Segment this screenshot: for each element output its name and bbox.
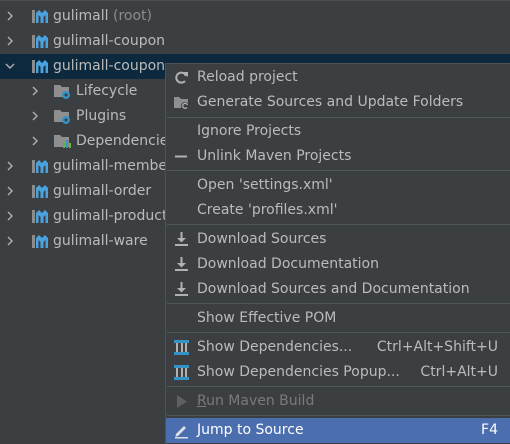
unlink-icon xyxy=(173,148,190,165)
menu-item-label: Ignore Projects xyxy=(197,123,302,139)
menu-separator xyxy=(167,170,510,171)
run-icon xyxy=(173,393,190,410)
tree-row-gulimall-root[interactable]: gulimall (root) xyxy=(0,4,510,29)
generate-sources-icon xyxy=(173,94,190,111)
chevron-right-icon[interactable] xyxy=(5,11,15,21)
menu-item-show-effective-pom[interactable]: Show Effective POM xyxy=(166,306,510,331)
maven-module-icon xyxy=(31,207,49,225)
tree-item-label: gulimall-coupon xyxy=(53,33,166,49)
download-icon xyxy=(173,231,190,248)
menu-separator xyxy=(167,415,510,416)
edit-icon xyxy=(173,422,190,439)
menu-item-open-settings-xml[interactable]: Open 'settings.xml' xyxy=(166,173,510,198)
menu-item-label: Unlink Maven Projects xyxy=(197,148,352,164)
menu-item-label: Run Maven Build xyxy=(197,393,315,409)
menu-item-label: Generate Sources and Update Folders xyxy=(197,94,464,110)
context-menu: Reload project Generate Sources and Upda… xyxy=(165,63,510,444)
chevron-right-icon[interactable] xyxy=(5,186,15,196)
menu-separator xyxy=(167,386,510,387)
shortcut-label: F4 xyxy=(481,422,498,438)
menu-item-label: Jump to Source xyxy=(197,422,304,438)
menu-item-label: Open 'settings.xml' xyxy=(197,177,333,193)
maven-module-icon xyxy=(31,7,49,25)
menu-separator xyxy=(167,117,510,118)
menu-item-label: Reload project xyxy=(197,69,298,85)
root-suffix: (root) xyxy=(113,8,152,24)
maven-module-icon xyxy=(31,32,49,50)
chevron-right-icon[interactable] xyxy=(5,161,15,171)
menu-item-label: Download Sources xyxy=(197,231,327,247)
folder-gear-icon xyxy=(53,82,71,100)
menu-item-generate-sources[interactable]: Generate Sources and Update Folders xyxy=(166,90,510,115)
menu-item-unlink-maven-projects[interactable]: Unlink Maven Projects xyxy=(166,144,510,169)
tree-item-label: gulimall-member xyxy=(53,158,173,174)
chevron-right-icon[interactable] xyxy=(5,211,15,221)
tree-item-label: gulimall (root) xyxy=(53,8,152,24)
folder-gear-icon xyxy=(53,107,71,125)
menu-item-reload-project[interactable]: Reload project xyxy=(166,65,510,90)
menu-item-label: Show Dependencies... xyxy=(197,339,353,355)
menu-item-label: Download Documentation xyxy=(197,256,379,272)
menu-item-label: Create 'profiles.xml' xyxy=(197,202,338,218)
menu-separator xyxy=(167,224,510,225)
menu-item-create-profiles-xml[interactable]: Create 'profiles.xml' xyxy=(166,198,510,223)
chevron-right-icon[interactable] xyxy=(30,136,40,146)
chevron-right-icon[interactable] xyxy=(30,86,40,96)
tree-item-label: gulimall-ware xyxy=(53,233,148,249)
folder-bars-icon xyxy=(53,132,71,150)
chevron-down-icon[interactable] xyxy=(5,61,15,71)
tree-row-gulimall-coupon[interactable]: gulimall-coupon xyxy=(0,29,510,54)
menu-item-download-documentation[interactable]: Download Documentation xyxy=(166,252,510,277)
menu-item-show-dependencies-popup[interactable]: Show Dependencies Popup... Ctrl+Alt+U xyxy=(166,360,510,385)
menu-separator xyxy=(167,303,510,304)
chevron-right-icon[interactable] xyxy=(30,111,40,121)
chevron-right-icon[interactable] xyxy=(5,36,15,46)
dependencies-icon xyxy=(173,364,190,381)
menu-item-ignore-projects[interactable]: Ignore Projects xyxy=(166,119,510,144)
download-icon xyxy=(173,281,190,298)
chevron-right-icon[interactable] xyxy=(5,236,15,246)
menu-item-download-sources[interactable]: Download Sources xyxy=(166,227,510,252)
tree-item-label: Dependencies xyxy=(76,133,176,149)
menu-separator xyxy=(167,332,510,333)
tree-item-label: Lifecycle xyxy=(76,83,138,99)
menu-item-label: Show Dependencies Popup... xyxy=(197,364,400,380)
download-icon xyxy=(173,256,190,273)
menu-item-label: Show Effective POM xyxy=(197,310,337,326)
tree-item-label: Plugins xyxy=(76,108,127,124)
maven-module-icon xyxy=(31,57,49,75)
reload-icon xyxy=(173,69,190,86)
menu-item-jump-to-source[interactable]: Jump to Source F4 xyxy=(166,418,510,443)
menu-item-show-dependencies[interactable]: Show Dependencies... Ctrl+Alt+Shift+U xyxy=(166,335,510,360)
menu-item-download-sources-and-documentation[interactable]: Download Sources and Documentation xyxy=(166,277,510,302)
shortcut-label: Ctrl+Alt+Shift+U xyxy=(376,339,498,355)
dependencies-icon xyxy=(173,339,190,356)
tree-item-label: gulimall-order xyxy=(53,183,152,199)
maven-module-icon xyxy=(31,182,49,200)
shortcut-label: Ctrl+Alt+U xyxy=(420,364,498,380)
maven-module-icon xyxy=(31,157,49,175)
menu-item-label: Download Sources and Documentation xyxy=(197,281,470,297)
tree-item-label: gulimall-product xyxy=(53,208,168,224)
menu-item-run-maven-build: Run Maven Build xyxy=(166,389,510,414)
maven-module-icon xyxy=(31,232,49,250)
tree-item-label: gulimall-coupon xyxy=(53,58,166,74)
